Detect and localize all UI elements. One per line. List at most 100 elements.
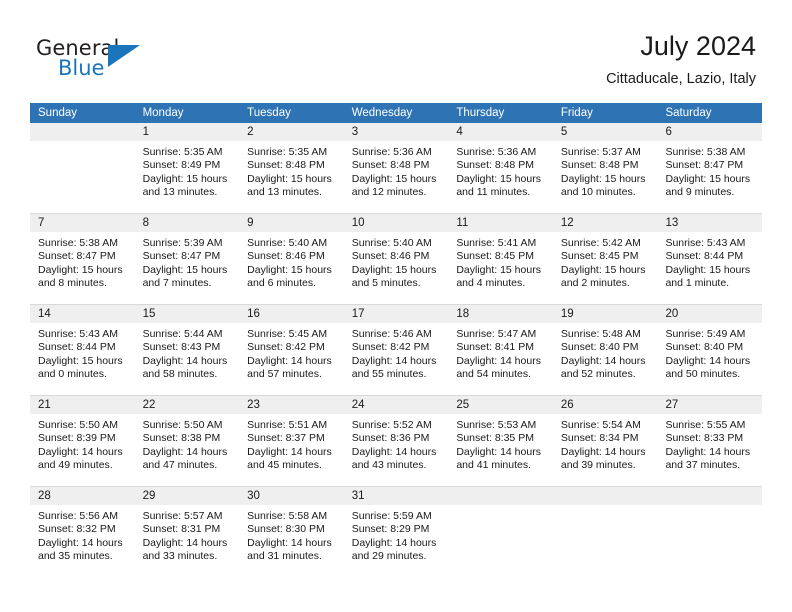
day-cell[interactable]: Sunrise: 5:56 AM Sunset: 8:32 PM Daylight:…: [30, 505, 135, 577]
day-cell-daylight2-text: and 37 minutes.: [665, 459, 741, 472]
day-cell-sunrise-text: Sunrise: 5:48 AM: [560, 328, 641, 340]
day-cell[interactable]: Sunrise: 5:52 AM Sunset: 8:36 PM Daylight:…: [344, 414, 449, 486]
week-detail-row: Sunrise: 5:38 AM Sunset: 8:47 PM Daylight:…: [30, 232, 762, 304]
day-cell[interactable]: Sunrise: 5:50 AM Sunset: 8:38 PM Daylight:…: [135, 414, 240, 486]
day-cell-sunset-text: Sunset: 8:40 PM: [665, 341, 744, 354]
day-cell-sunset-text: Sunset: 8:45 PM: [560, 250, 639, 263]
day-cell[interactable]: Sunrise: 5:39 AM Sunset: 8:47 PM Daylight:…: [135, 232, 240, 304]
day-cell-sunset-text: Sunset: 8:47 PM: [142, 250, 221, 263]
day-number[interactable]: 26: [553, 396, 658, 414]
day-number[interactable]: 20: [657, 305, 762, 323]
day-cell[interactable]: Sunrise: 5:40 AM Sunset: 8:46 PM Daylight:…: [344, 232, 449, 304]
day-cell[interactable]: Sunrise: 5:35 AM Sunset: 8:48 PM Daylight:…: [239, 141, 344, 213]
day-cell-sunset-text: Sunset: 8:35 PM: [456, 432, 534, 445]
day-cell-daylight1-text: Daylight: 14 hours: [665, 354, 751, 367]
day-number[interactable]: 12: [553, 214, 658, 232]
day-cell[interactable]: Sunrise: 5:59 AM Sunset: 8:29 PM Daylight:…: [344, 505, 449, 577]
day-cell[interactable]: Sunrise: 5:47 AM Sunset: 8:41 PM Daylight:…: [448, 323, 553, 395]
day-number[interactable]: 31: [344, 487, 449, 505]
day-number[interactable]: 5: [553, 123, 658, 141]
day-cell[interactable]: Sunrise: 5:54 AM Sunset: 8:34 PM Daylight:…: [553, 414, 658, 486]
day-number[interactable]: 30: [239, 487, 344, 505]
day-cell-daylight1-text: Daylight: 14 hours: [456, 354, 541, 367]
day-cell-sunrise-text: Sunrise: 5:53 AM: [456, 419, 537, 431]
day-cell: [657, 505, 762, 577]
day-number[interactable]: 25: [448, 396, 553, 414]
day-number[interactable]: 18: [448, 305, 553, 323]
day-number[interactable]: 7: [30, 214, 135, 232]
day-number[interactable]: 23: [239, 396, 344, 414]
day-cell[interactable]: Sunrise: 5:42 AM Sunset: 8:45 PM Daylight:…: [553, 232, 658, 304]
day-cell[interactable]: Sunrise: 5:36 AM Sunset: 8:48 PM Daylight:…: [344, 141, 449, 213]
day-cell[interactable]: Sunrise: 5:53 AM Sunset: 8:35 PM Daylight:…: [448, 414, 553, 486]
day-cell-daylight2-text: and 50 minutes.: [665, 368, 741, 381]
day-cell-daylight1-text: Daylight: 15 hours: [665, 263, 751, 276]
day-number[interactable]: 9: [239, 214, 344, 232]
brand-logo[interactable]: General Blue: [36, 36, 146, 86]
day-cell[interactable]: Sunrise: 5:46 AM Sunset: 8:42 PM Daylight:…: [344, 323, 449, 395]
day-cell[interactable]: Sunrise: 5:43 AM Sunset: 8:44 PM Daylight:…: [30, 323, 135, 395]
day-cell[interactable]: Sunrise: 5:38 AM Sunset: 8:47 PM Daylight:…: [30, 232, 135, 304]
day-number[interactable]: 16: [239, 305, 344, 323]
day-cell-daylight2-text: and 58 minutes.: [142, 368, 218, 381]
day-cell[interactable]: Sunrise: 5:48 AM Sunset: 8:40 PM Daylight:…: [553, 323, 658, 395]
day-cell-sunrise-text: Sunrise: 5:42 AM: [560, 237, 641, 249]
day-number[interactable]: 11: [448, 214, 553, 232]
day-number[interactable]: 4: [448, 123, 553, 141]
day-cell[interactable]: Sunrise: 5:51 AM Sunset: 8:37 PM Daylight:…: [239, 414, 344, 486]
day-cell[interactable]: Sunrise: 5:44 AM Sunset: 8:43 PM Daylight:…: [135, 323, 240, 395]
day-number[interactable]: 17: [344, 305, 449, 323]
day-number[interactable]: 15: [135, 305, 240, 323]
day-number[interactable]: 27: [657, 396, 762, 414]
day-cell[interactable]: Sunrise: 5:36 AM Sunset: 8:48 PM Daylight:…: [448, 141, 553, 213]
day-cell-sunrise-text: Sunrise: 5:43 AM: [38, 328, 118, 340]
day-cell[interactable]: Sunrise: 5:50 AM Sunset: 8:39 PM Daylight:…: [30, 414, 135, 486]
day-cell[interactable]: Sunrise: 5:57 AM Sunset: 8:31 PM Daylight:…: [135, 505, 240, 577]
day-cell-sunset-text: Sunset: 8:32 PM: [38, 523, 116, 536]
day-number[interactable]: 21: [30, 396, 135, 414]
day-number[interactable]: 19: [553, 305, 658, 323]
day-number[interactable]: 2: [239, 123, 344, 141]
day-cell[interactable]: Sunrise: 5:45 AM Sunset: 8:42 PM Daylight:…: [239, 323, 344, 395]
day-number[interactable]: 14: [30, 305, 135, 323]
day-cell-sunset-text: Sunset: 8:40 PM: [560, 341, 639, 354]
day-cell-sunrise-text: Sunrise: 5:47 AM: [456, 328, 537, 340]
page-subtitle: Cittaducale, Lazio, Italy: [606, 71, 756, 87]
day-cell[interactable]: Sunrise: 5:58 AM Sunset: 8:30 PM Daylight:…: [239, 505, 344, 577]
day-number[interactable]: 6: [657, 123, 762, 141]
day-number[interactable]: 1: [135, 123, 240, 141]
day-cell-sunset-text: Sunset: 8:47 PM: [38, 250, 116, 263]
day-header-sunday: Sunday: [38, 107, 78, 119]
day-cell-sunset-text: Sunset: 8:42 PM: [247, 341, 325, 354]
day-header-monday: Monday: [142, 107, 184, 119]
day-cell[interactable]: Sunrise: 5:49 AM Sunset: 8:40 PM Daylight:…: [657, 323, 762, 395]
day-cell[interactable]: Sunrise: 5:40 AM Sunset: 8:46 PM Daylight:…: [239, 232, 344, 304]
day-cell-sunset-text: Sunset: 8:34 PM: [560, 432, 639, 445]
day-number[interactable]: 28: [30, 487, 135, 505]
day-cell-daylight2-text: and 5 minutes.: [351, 277, 421, 290]
day-cell-sunrise-text: Sunrise: 5:59 AM: [351, 510, 432, 522]
day-cell-daylight2-text: and 11 minutes.: [456, 186, 531, 199]
day-cell[interactable]: Sunrise: 5:43 AM Sunset: 8:44 PM Daylight:…: [657, 232, 762, 304]
day-cell-daylight1-text: Daylight: 15 hours: [38, 354, 123, 367]
day-number[interactable]: 24: [344, 396, 449, 414]
day-cell-daylight1-text: Daylight: 15 hours: [456, 172, 541, 185]
day-cell-sunrise-text: Sunrise: 5:35 AM: [247, 146, 328, 158]
day-number[interactable]: 13: [657, 214, 762, 232]
day-cell-daylight2-text: and 7 minutes.: [142, 277, 212, 290]
day-cell[interactable]: Sunrise: 5:55 AM Sunset: 8:33 PM Daylight:…: [657, 414, 762, 486]
day-cell-daylight1-text: Daylight: 15 hours: [142, 263, 228, 276]
day-cell-sunset-text: Sunset: 8:30 PM: [247, 523, 325, 536]
day-cell[interactable]: Sunrise: 5:38 AM Sunset: 8:47 PM Daylight:…: [657, 141, 762, 213]
day-number[interactable]: 3: [344, 123, 449, 141]
day-number[interactable]: 8: [135, 214, 240, 232]
day-cell[interactable]: Sunrise: 5:41 AM Sunset: 8:45 PM Daylight:…: [448, 232, 553, 304]
day-cell[interactable]: Sunrise: 5:35 AM Sunset: 8:49 PM Daylight:…: [135, 141, 240, 213]
day-cell[interactable]: Sunrise: 5:37 AM Sunset: 8:48 PM Daylight:…: [553, 141, 658, 213]
day-cell-daylight2-text: and 54 minutes.: [456, 368, 532, 381]
day-cell: [30, 141, 135, 213]
day-number[interactable]: 22: [135, 396, 240, 414]
day-number[interactable]: 29: [135, 487, 240, 505]
day-number[interactable]: 10: [344, 214, 449, 232]
day-cell-sunrise-text: Sunrise: 5:43 AM: [665, 237, 746, 249]
